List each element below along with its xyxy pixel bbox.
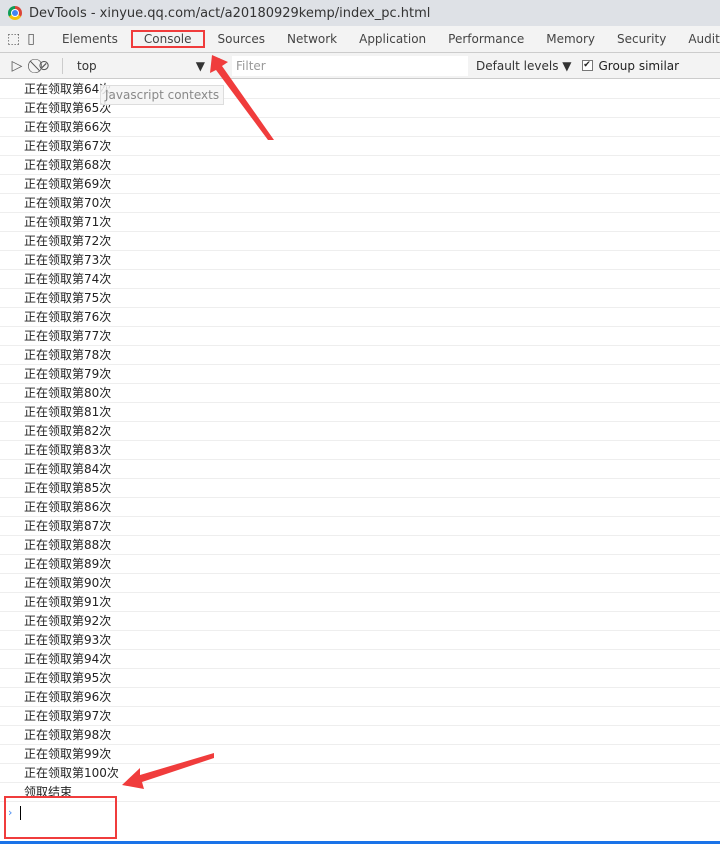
log-message: 正在领取第94次	[0, 650, 720, 669]
log-message: 正在领取第78次	[0, 346, 720, 365]
panel-tabs: ⬚ ▯ Elements Console Sources Network Applica…	[0, 26, 720, 53]
filter-input[interactable]: Filter	[232, 55, 468, 76]
log-message: 正在领取第73次	[0, 251, 720, 270]
log-message: 正在领取第85次	[0, 479, 720, 498]
log-message: 正在领取第98次	[0, 726, 720, 745]
log-message: 正在领取第76次	[0, 308, 720, 327]
log-message: 领取结束	[0, 783, 720, 802]
tooltip: Javascript contexts	[100, 85, 225, 105]
log-message: 正在领取第97次	[0, 707, 720, 726]
log-message: 正在领取第68次	[0, 156, 720, 175]
prompt-chevron-icon: ›	[8, 806, 13, 819]
tab-network[interactable]: Network	[276, 32, 348, 46]
log-message: 正在领取第75次	[0, 289, 720, 308]
log-message: 正在领取第81次	[0, 403, 720, 422]
log-message: 正在领取第100次	[0, 764, 720, 783]
tab-sources[interactable]: Sources	[207, 32, 276, 46]
console-output: 正在领取第64次 正在领取第65次 正在领取第66次 正在领取第67次 正在领取第68次…	[0, 80, 720, 842]
log-message: 正在领取第70次	[0, 194, 720, 213]
log-levels-dropdown[interactable]: Default levels ▼	[476, 59, 572, 73]
log-message: 正在领取第90次	[0, 574, 720, 593]
tab-elements[interactable]: Elements	[51, 32, 129, 46]
group-similar-checkbox[interactable]: ✔	[581, 60, 593, 71]
log-message: 正在领取第74次	[0, 270, 720, 289]
log-message: 正在领取第92次	[0, 612, 720, 631]
tab-memory[interactable]: Memory	[535, 32, 606, 46]
console-prompt[interactable]: ›	[0, 802, 720, 842]
tab-performance[interactable]: Performance	[437, 32, 535, 46]
inspect-element-icon[interactable]: ⬚	[7, 29, 20, 49]
group-similar-label: Group similar	[598, 58, 680, 73]
title-bar: DevTools - xinyue.qq.com/act/a20180929ke…	[0, 0, 720, 26]
divider	[62, 57, 63, 74]
log-message: 正在领取第86次	[0, 498, 720, 517]
log-message: 正在领取第91次	[0, 593, 720, 612]
log-message: 正在领取第96次	[0, 688, 720, 707]
log-message: 正在领取第72次	[0, 232, 720, 251]
context-select[interactable]: top ▼	[71, 59, 211, 73]
log-message: 正在领取第79次	[0, 365, 720, 384]
log-message: 正在领取第67次	[0, 137, 720, 156]
device-toolbar-icon[interactable]: ▯	[27, 29, 35, 49]
sidebar-toggle-icon[interactable]: ▷	[7, 56, 27, 76]
log-message: 正在领取第69次	[0, 175, 720, 194]
console-toolbar: ▷ ⃠⊘ top ▼ Filter Default levels ▼ ✔ Grou…	[0, 53, 720, 79]
log-message: 正在领取第82次	[0, 422, 720, 441]
text-cursor	[20, 806, 22, 820]
tab-application[interactable]: Application	[348, 32, 437, 46]
divider	[219, 57, 220, 74]
log-message: 正在领取第83次	[0, 441, 720, 460]
log-message: 正在领取第89次	[0, 555, 720, 574]
log-message: 正在领取第84次	[0, 460, 720, 479]
log-message: 正在领取第80次	[0, 384, 720, 403]
context-value: top	[77, 58, 97, 73]
chrome-icon	[8, 6, 22, 20]
log-message: 正在领取第99次	[0, 745, 720, 764]
log-message: 正在领取第88次	[0, 536, 720, 555]
log-message: 正在领取第93次	[0, 631, 720, 650]
log-message: 正在领取第95次	[0, 669, 720, 688]
dropdown-arrow-icon: ▼	[195, 58, 205, 73]
tab-audits[interactable]: Audits	[677, 32, 720, 46]
tab-console[interactable]: Console	[130, 30, 205, 48]
log-message: 正在领取第77次	[0, 327, 720, 346]
log-message: 正在领取第87次	[0, 517, 720, 536]
log-message: 正在领取第66次	[0, 118, 720, 137]
log-message: 正在领取第71次	[0, 213, 720, 232]
clear-console-icon[interactable]: ⃠⊘	[34, 56, 54, 76]
tab-security[interactable]: Security	[606, 32, 677, 46]
window-title: DevTools - xinyue.qq.com/act/a20180929ke…	[29, 5, 431, 21]
